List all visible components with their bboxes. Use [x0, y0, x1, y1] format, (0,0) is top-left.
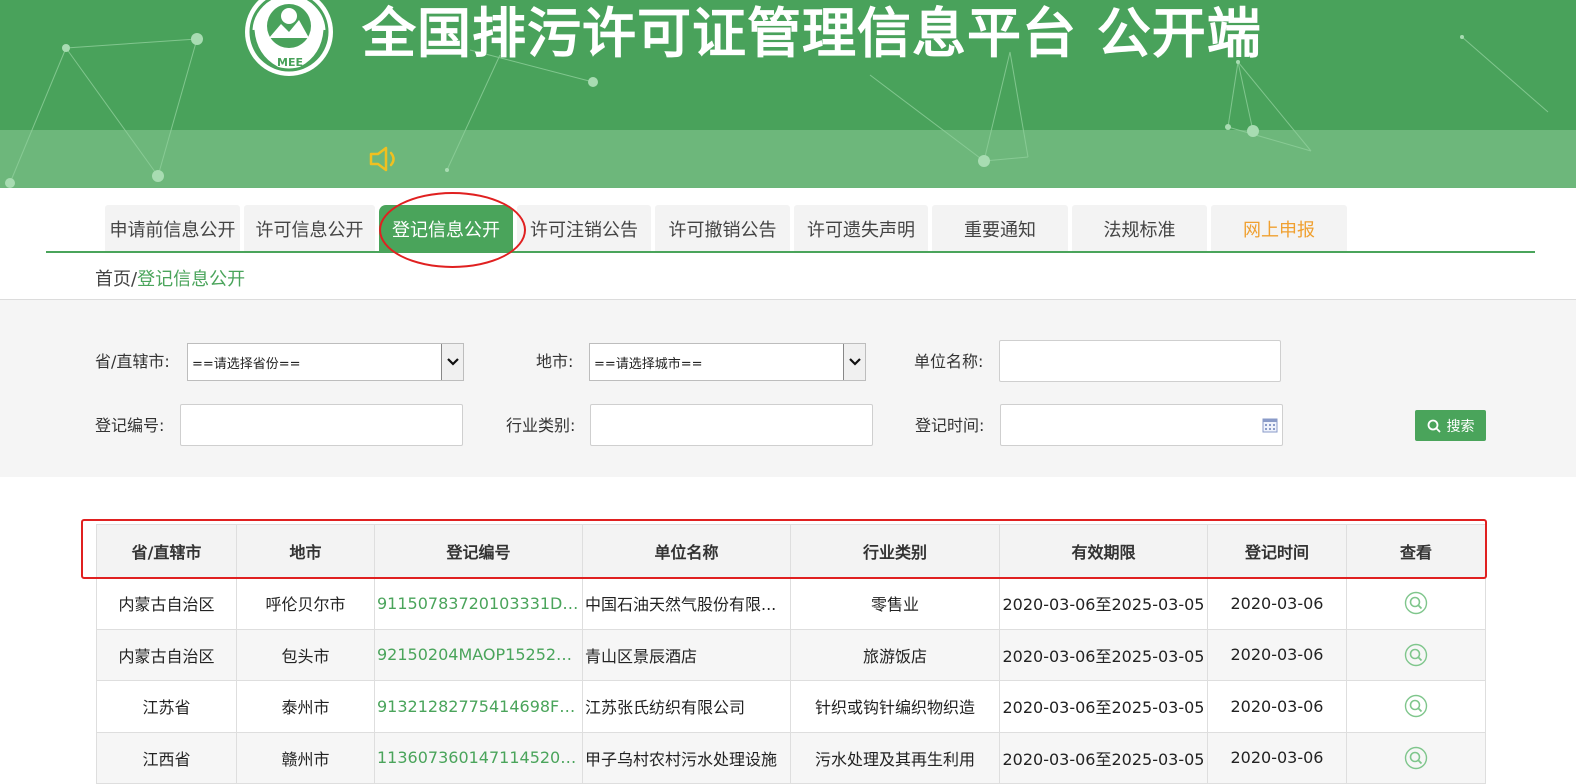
table-row: 内蒙古自治区 呼伦贝尔市 91150783720103331D00... 中国石…	[96, 577, 1486, 630]
col-reg-time: 登记时间	[1207, 524, 1347, 578]
tab-online-declaration[interactable]: 网上申报	[1211, 205, 1347, 252]
chevron-down-icon	[843, 344, 865, 380]
header-banner: MEE 全国排污许可证管理信息平台 公开端	[0, 0, 1576, 188]
cell-view	[1346, 731, 1486, 784]
col-province: 省/直辖市	[96, 524, 237, 578]
city-select-value: ==请选择城市==	[594, 356, 703, 372]
search-button-label: 搜索	[1446, 418, 1475, 435]
tab-important-notice[interactable]: 重要通知	[932, 205, 1068, 252]
cell-view	[1346, 577, 1486, 630]
magnifier-icon[interactable]	[1404, 694, 1428, 718]
reg-no-input[interactable]	[180, 404, 463, 446]
site-title: 全国排污许可证管理信息平台 公开端	[362, 2, 1262, 65]
cell-company: 江苏张氏纺织有限公司	[582, 680, 791, 733]
main-nav: 申请前信息公开 许可信息公开 登记信息公开 许可注销公告 许可撤销公告 许可遗失…	[0, 188, 1576, 300]
filter-panel: 省/直辖市: ==请选择省份== 地市: ==请选择城市== 单位名称: 登记编…	[0, 300, 1576, 477]
industry-label: 行业类别:	[506, 416, 576, 435]
cell-validity: 2020-03-06至2025-03-05	[999, 680, 1208, 733]
tab-regulations[interactable]: 法规标准	[1072, 205, 1207, 252]
col-city: 地市	[236, 524, 375, 578]
col-view: 查看	[1346, 524, 1486, 578]
magnifier-icon[interactable]	[1404, 591, 1428, 615]
company-label: 单位名称:	[914, 352, 984, 371]
reg-time-label: 登记时间:	[915, 416, 985, 435]
cell-industry: 旅游饭店	[790, 628, 1000, 681]
logo-text: MEE	[277, 56, 303, 69]
col-company: 单位名称	[582, 524, 791, 578]
magnifier-icon[interactable]	[1404, 643, 1428, 667]
cell-province: 江苏省	[96, 680, 237, 733]
company-input[interactable]	[999, 340, 1281, 382]
tab-permit-info[interactable]: 许可信息公开	[244, 205, 375, 252]
chevron-down-icon	[441, 344, 463, 380]
cell-industry: 针织或钩针编织物织造	[790, 680, 1000, 733]
tab-permit-loss[interactable]: 许可遗失声明	[794, 205, 928, 252]
tab-pre-application[interactable]: 申请前信息公开	[105, 205, 240, 252]
breadcrumb-current: 登记信息公开	[137, 269, 246, 290]
magnifier-icon[interactable]	[1404, 746, 1428, 770]
nav-tabs: 申请前信息公开 许可信息公开 登记信息公开 许可注销公告 许可撤销公告 许可遗失…	[105, 205, 1351, 252]
cell-province: 内蒙古自治区	[96, 628, 237, 681]
cell-validity: 2020-03-06至2025-03-05	[999, 731, 1208, 784]
cell-reg-time: 2020-03-06	[1207, 577, 1347, 630]
cell-view	[1346, 680, 1486, 733]
city-select[interactable]: ==请选择城市==	[589, 343, 866, 381]
cell-city: 赣州市	[236, 731, 375, 784]
col-reg-no: 登记编号	[374, 524, 583, 578]
table-row: 内蒙古自治区 包头市 92150204MAOP1525210... 青山区景辰酒…	[96, 628, 1486, 681]
cell-reg-no-link[interactable]: 92150204MAOP1525210...	[374, 628, 583, 681]
breadcrumb-home[interactable]: 首页	[95, 269, 131, 290]
table-header-row: 省/直辖市 地市 登记编号 单位名称 行业类别 有效期限 登记时间 查看	[96, 524, 1486, 578]
search-button[interactable]: 搜索	[1415, 410, 1486, 441]
table-row: 江苏省 泰州市 91321282775414698F00... 江苏张氏纺织有限…	[96, 680, 1486, 733]
cell-validity: 2020-03-06至2025-03-05	[999, 577, 1208, 630]
cell-province: 内蒙古自治区	[96, 577, 237, 630]
province-select-value: ==请选择省份==	[192, 356, 301, 372]
tab-registration-info[interactable]: 登记信息公开	[379, 205, 513, 252]
cell-city: 呼伦贝尔市	[236, 577, 375, 630]
nav-divider	[46, 251, 1535, 253]
cell-industry: 污水处理及其再生利用	[790, 731, 1000, 784]
table-row: 江西省 赣州市 11360736014711452000... 甲子乌村农村污水…	[96, 731, 1486, 784]
breadcrumb: 首页/登记信息公开	[95, 265, 245, 291]
calendar-icon[interactable]	[1262, 417, 1278, 433]
cell-reg-time: 2020-03-06	[1207, 731, 1347, 784]
search-icon	[1427, 419, 1441, 433]
col-validity: 有效期限	[999, 524, 1208, 578]
cell-city: 包头市	[236, 628, 375, 681]
reg-no-label: 登记编号:	[95, 416, 165, 435]
col-industry: 行业类别	[790, 524, 1000, 578]
cell-reg-no-link[interactable]: 91321282775414698F00...	[374, 680, 583, 733]
cell-reg-no-link[interactable]: 91150783720103331D00...	[374, 577, 583, 630]
cell-company: 中国石油天然气股份有限...	[582, 577, 791, 630]
cell-company: 甲子乌村农村污水处理设施	[582, 731, 791, 784]
province-label: 省/直辖市:	[95, 352, 170, 371]
industry-input[interactable]	[590, 404, 873, 446]
cell-view	[1346, 628, 1486, 681]
tab-permit-revocation[interactable]: 许可撤销公告	[655, 205, 790, 252]
tab-permit-cancellation[interactable]: 许可注销公告	[517, 205, 651, 252]
cell-city: 泰州市	[236, 680, 375, 733]
cell-reg-time: 2020-03-06	[1207, 628, 1347, 681]
cell-industry: 零售业	[790, 577, 1000, 630]
cell-validity: 2020-03-06至2025-03-05	[999, 628, 1208, 681]
results-table: 省/直辖市 地市 登记编号 单位名称 行业类别 有效期限 登记时间 查看 内蒙古…	[96, 524, 1486, 784]
cell-reg-no-link[interactable]: 11360736014711452000...	[374, 731, 583, 784]
cell-company: 青山区景辰酒店	[582, 628, 791, 681]
city-label: 地市:	[536, 352, 574, 371]
province-select[interactable]: ==请选择省份==	[187, 343, 464, 381]
cell-province: 江西省	[96, 731, 237, 784]
cell-reg-time: 2020-03-06	[1207, 680, 1347, 733]
speaker-icon[interactable]	[368, 145, 400, 173]
reg-time-input[interactable]	[1000, 404, 1283, 446]
